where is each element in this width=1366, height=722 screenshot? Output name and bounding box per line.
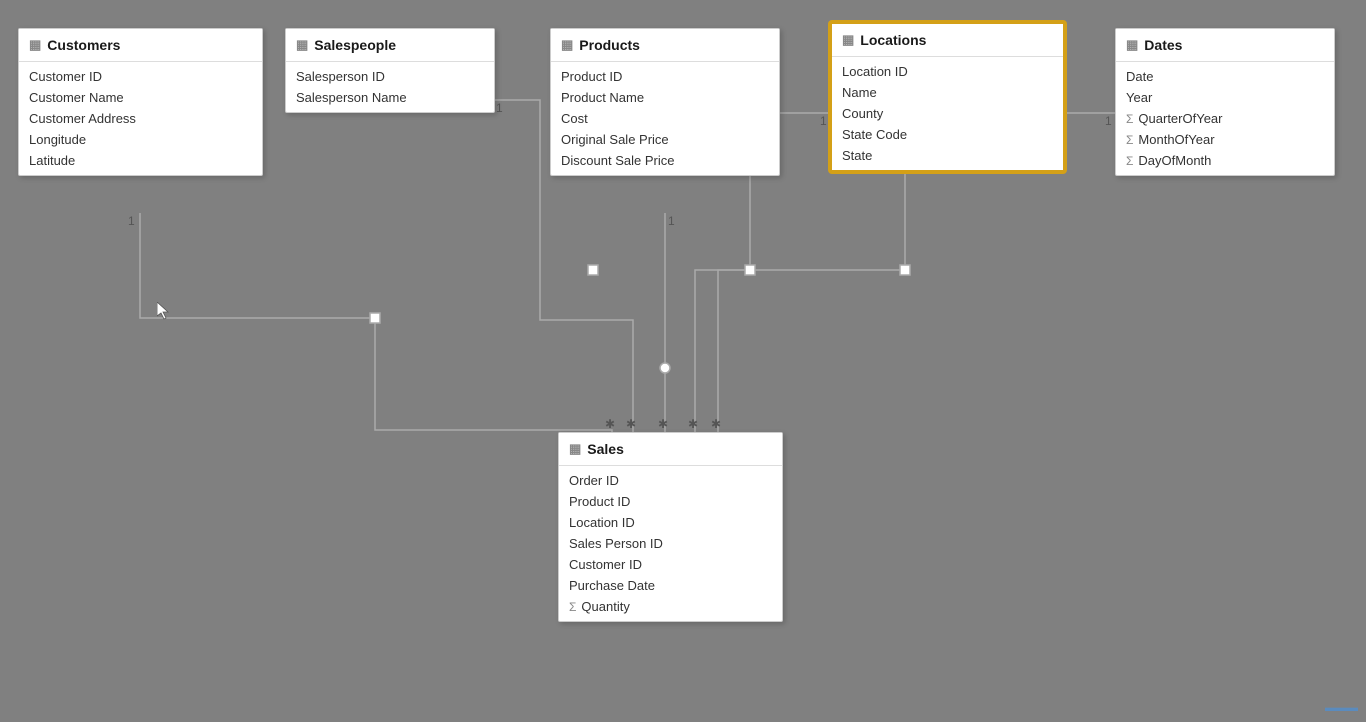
field-sales-product-id: Product ID: [559, 491, 782, 512]
table-title-sales: Sales: [587, 441, 624, 457]
table-body-sales[interactable]: Order ID Product ID Location ID Sales Pe…: [559, 466, 782, 621]
cardinality-salespeople-star: ✱: [626, 417, 636, 431]
cardinality-salespeople-1: 1: [496, 101, 503, 115]
table-icon-dates: ▦: [1126, 37, 1138, 53]
cardinality-locations-1: 1: [820, 114, 827, 128]
cardinality-products-1: 1: [668, 214, 675, 228]
field-month-of-year: Σ MonthOfYear: [1116, 129, 1334, 150]
diagram-canvas: 1 ✱ 1 ✱ 1 ✱ 1 ✱ 1 ✱ ▦ Customers: [0, 0, 1366, 722]
table-body-salespeople[interactable]: Salesperson ID Salesperson Name: [286, 62, 494, 112]
table-icon-locations: ▦: [842, 32, 854, 48]
watermark: ▬▬▬: [1325, 702, 1358, 714]
mouse-cursor: [157, 302, 169, 317]
field-salesperson-name: Salesperson Name: [286, 87, 494, 108]
table-header-salespeople: ▦ Salespeople: [286, 29, 494, 62]
field-county: County: [832, 103, 1063, 124]
field-latitude: Latitude: [19, 150, 262, 171]
table-title-dates: Dates: [1144, 37, 1182, 53]
field-state: State: [832, 145, 1063, 166]
sigma-icon-quarter: Σ: [1126, 112, 1133, 126]
sigma-icon-quantity: Σ: [569, 600, 576, 614]
field-quarter-of-year: Σ QuarterOfYear: [1116, 108, 1334, 129]
field-longitude: Longitude: [19, 129, 262, 150]
field-sales-person-id: Sales Person ID: [559, 533, 782, 554]
field-product-name: Product Name: [551, 87, 779, 108]
cardinality-customers-1: 1: [128, 214, 135, 228]
table-products[interactable]: ▦ Products Product ID Product Name Cost …: [550, 28, 780, 176]
table-header-locations: ▦ Locations: [832, 24, 1063, 57]
field-year: Year: [1116, 87, 1334, 108]
field-original-sale-price: Original Sale Price: [551, 129, 779, 150]
sigma-icon-day: Σ: [1126, 154, 1133, 168]
table-header-dates: ▦ Dates: [1116, 29, 1334, 62]
table-locations[interactable]: ▦ Locations Location ID Name County Stat…: [830, 22, 1065, 172]
table-customers[interactable]: ▦ Customers Customer ID Customer Name Cu…: [18, 28, 263, 176]
table-body-dates[interactable]: Date Year Σ QuarterOfYear Σ MonthOfYear …: [1116, 62, 1334, 175]
table-sales[interactable]: ▦ Sales Order ID Product ID Location ID …: [558, 432, 783, 622]
table-salespeople[interactable]: ▦ Salespeople Salesperson ID Salesperson…: [285, 28, 495, 113]
table-title-products: Products: [579, 37, 640, 53]
table-title-salespeople: Salespeople: [314, 37, 396, 53]
field-customer-id: Customer ID: [19, 66, 262, 87]
sigma-icon-month: Σ: [1126, 133, 1133, 147]
table-icon-salespeople: ▦: [296, 37, 308, 53]
join-dot-customers: [370, 313, 380, 323]
table-title-locations: Locations: [860, 32, 926, 48]
field-customer-name: Customer Name: [19, 87, 262, 108]
table-body-products[interactable]: Product ID Product Name Cost Original Sa…: [551, 62, 779, 175]
cardinality-dates-star: ✱: [711, 417, 721, 431]
table-dates[interactable]: ▦ Dates Date Year Σ QuarterOfYear Σ Mont…: [1115, 28, 1335, 176]
field-quantity: Σ Quantity: [559, 596, 782, 617]
field-state-code: State Code: [832, 124, 1063, 145]
field-sales-location-id: Location ID: [559, 512, 782, 533]
cardinality-locations-star: ✱: [688, 417, 698, 431]
field-location-name: Name: [832, 82, 1063, 103]
cardinality-customers-star: ✱: [605, 417, 615, 431]
field-cost: Cost: [551, 108, 779, 129]
field-customer-address: Customer Address: [19, 108, 262, 129]
cardinality-dates-1: 1: [1105, 114, 1112, 128]
field-date: Date: [1116, 66, 1334, 87]
table-header-customers: ▦ Customers: [19, 29, 262, 62]
table-title-customers: Customers: [47, 37, 120, 53]
field-sales-customer-id: Customer ID: [559, 554, 782, 575]
cardinality-products-star: ✱: [658, 417, 668, 431]
table-body-locations[interactable]: Location ID Name County State Code State: [832, 57, 1063, 170]
field-discount-sale-price: Discount Sale Price: [551, 150, 779, 171]
field-day-of-month: Σ DayOfMonth: [1116, 150, 1334, 171]
table-header-sales: ▦ Sales: [559, 433, 782, 466]
table-header-products: ▦ Products: [551, 29, 779, 62]
field-purchase-date: Purchase Date: [559, 575, 782, 596]
table-icon-products: ▦: [561, 37, 573, 53]
table-icon-customers: ▦: [29, 37, 41, 53]
field-location-id: Location ID: [832, 61, 1063, 82]
field-salesperson-id: Salesperson ID: [286, 66, 494, 87]
field-product-id: Product ID: [551, 66, 779, 87]
field-order-id: Order ID: [559, 470, 782, 491]
table-body-customers[interactable]: Customer ID Customer Name Customer Addre…: [19, 62, 262, 175]
table-icon-sales: ▦: [569, 441, 581, 457]
